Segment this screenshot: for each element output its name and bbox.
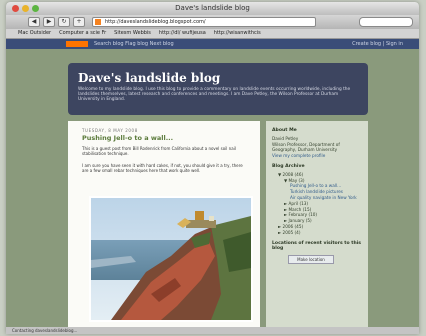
view-profile-link[interactable]: View my complete profile (272, 153, 364, 159)
sidebar: About Me David Petley Wilson Professor, … (266, 121, 368, 334)
landslide-photo-graphic (91, 198, 251, 320)
visitor-map-button[interactable]: Make location (288, 255, 334, 265)
bookmark-link[interactable]: Sitesm Webbis (114, 29, 151, 38)
address-bar-text: http://daveslandslideblog.blogspot.com/ (105, 19, 206, 25)
bookmark-link[interactable]: Computer a scie Fr (59, 29, 106, 38)
search-input[interactable] (359, 17, 413, 27)
archive-item[interactable]: ► 2005 (4) (272, 230, 364, 236)
blog-description: Welcome to my landslide blog. I use this… (78, 87, 351, 103)
visitor-map-heading: Locations of recent visitors to this blo… (272, 240, 362, 252)
bookmarks-bar: Mac Outsider Computer a scie Fr Sitesm W… (6, 29, 419, 39)
reload-button[interactable]: ↻ (58, 17, 70, 27)
status-bar: Contacting daveslandslideblog... (6, 327, 419, 334)
post-paragraph: This is a guest post from Bill Rodenrick… (82, 146, 236, 156)
browser-window: Dave's landslide blog ◀ ▶ ↻ + http://dav… (6, 2, 419, 334)
navbar-signin-link[interactable]: Create blog | Sign in (352, 41, 403, 47)
back-button[interactable]: ◀ (28, 17, 40, 27)
bookmark-link[interactable]: http://dl/ wufijeusa (159, 29, 206, 38)
bookmark-link[interactable]: http://wisanwithcis (214, 29, 261, 38)
main-column: TUESDAY, 8 MAY 2008 Pushing Jell-o to a … (68, 121, 260, 334)
blog-page: Dave's landslide blog Welcome to my land… (6, 49, 419, 334)
address-bar[interactable]: http://daveslandslideblog.blogspot.com/ (92, 17, 316, 27)
blog-header: Dave's landslide blog Welcome to my land… (68, 63, 368, 115)
add-bookmark-button[interactable]: + (73, 17, 85, 27)
navbar-links[interactable]: Search blog Flag blog Next blog (94, 41, 174, 47)
bookmark-link[interactable]: Mac Outsider (18, 29, 51, 38)
about-heading: About Me (272, 128, 297, 133)
blogger-favicon-icon (95, 19, 101, 25)
landslide-photo[interactable] (89, 196, 253, 322)
title-bar: Dave's landslide blog (6, 2, 419, 15)
browser-toolbar: ◀ ▶ ↻ + http://daveslandslideblog.blogsp… (6, 15, 419, 29)
post-title[interactable]: Pushing Jell-o to a wall... (82, 134, 173, 142)
blogger-logo-icon[interactable] (66, 41, 88, 47)
post-paragraph: I am sure you have seen it with hard cak… (82, 163, 243, 173)
archive-heading: Blog Archive (272, 163, 305, 169)
blogger-navbar: Search blog Flag blog Next blog Create b… (6, 39, 419, 49)
post-date: TUESDAY, 8 MAY 2008 (82, 128, 138, 133)
forward-button[interactable]: ▶ (43, 17, 55, 27)
blog-title[interactable]: Dave's landslide blog (78, 71, 220, 85)
window-title: Dave's landslide blog (175, 4, 250, 12)
